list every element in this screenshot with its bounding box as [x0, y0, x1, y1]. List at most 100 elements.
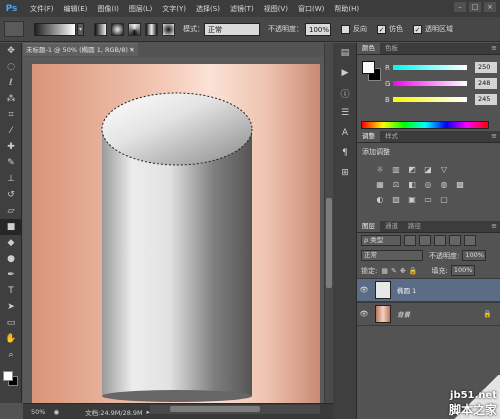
- zoom-level[interactable]: 50%: [31, 408, 45, 416]
- threshold-icon[interactable]: ▣: [406, 194, 418, 206]
- radial-gradient-button[interactable]: [111, 22, 124, 36]
- pen-tool-icon[interactable]: ✒: [0, 267, 22, 283]
- status-menu-icon[interactable]: ◉: [53, 408, 59, 416]
- layer-name[interactable]: 背景: [397, 309, 410, 319]
- linear-gradient-button[interactable]: [94, 22, 107, 36]
- maximize-icon[interactable]: □: [469, 2, 481, 12]
- navigator-icon[interactable]: ⊞: [333, 163, 357, 183]
- reflected-gradient-button[interactable]: [145, 22, 158, 36]
- photo-filter-icon[interactable]: ◎: [422, 179, 434, 191]
- menu-help[interactable]: 帮助(H): [334, 4, 359, 14]
- tab-adjustments[interactable]: 调整: [357, 131, 380, 142]
- posterize-icon[interactable]: ▨: [390, 194, 402, 206]
- exposure-icon[interactable]: ◪: [422, 164, 434, 176]
- tab-swatches[interactable]: 色板: [380, 43, 403, 54]
- menu-image[interactable]: 图像(I): [97, 4, 119, 14]
- menu-view[interactable]: 视图(V): [264, 4, 288, 14]
- lock-pixels-icon[interactable]: ✎: [391, 267, 397, 275]
- scrollbar-thumb[interactable]: [326, 198, 332, 288]
- menu-layer[interactable]: 图层(L): [129, 4, 152, 14]
- document-tab[interactable]: 未标题-1 @ 50% (椭圆 1, RGB/8) * ×: [23, 43, 138, 56]
- document-canvas[interactable]: [32, 64, 320, 403]
- panel-foreground-swatch[interactable]: [362, 61, 375, 74]
- visibility-eye-icon[interactable]: 👁: [357, 310, 371, 318]
- diamond-gradient-button[interactable]: [162, 22, 175, 36]
- eyedropper-icon[interactable]: ⁄: [0, 123, 22, 139]
- tab-color[interactable]: 颜色: [357, 43, 380, 54]
- brush-tool-icon[interactable]: ✎: [0, 155, 22, 171]
- invert-icon[interactable]: ◐: [374, 194, 386, 206]
- brightness-icon[interactable]: ☼: [374, 164, 386, 176]
- curves-icon[interactable]: ◩: [406, 164, 418, 176]
- smart-object-filter-icon[interactable]: [464, 235, 476, 246]
- history-brush-icon[interactable]: ↺: [0, 187, 22, 203]
- move-tool-icon[interactable]: ✥: [0, 43, 22, 59]
- zoom-tool-icon[interactable]: ⌕: [0, 347, 22, 363]
- menu-select[interactable]: 选择(S): [196, 4, 220, 14]
- reverse-checkbox[interactable]: [341, 24, 350, 34]
- panel-menu-icon[interactable]: ≡: [491, 221, 497, 232]
- vibrance-icon[interactable]: ▽: [438, 164, 450, 176]
- black-white-icon[interactable]: ◧: [406, 179, 418, 191]
- crop-tool-icon[interactable]: ⌗: [0, 107, 22, 123]
- layer-opacity-input[interactable]: 100%: [462, 250, 487, 261]
- close-icon[interactable]: ×: [484, 2, 496, 12]
- color-balance-icon[interactable]: ⚖: [390, 179, 402, 191]
- marquee-tool-icon[interactable]: ◌: [0, 59, 22, 75]
- healing-brush-icon[interactable]: ✚: [0, 139, 22, 155]
- clone-stamp-icon[interactable]: ⊥: [0, 171, 22, 187]
- minimize-icon[interactable]: –: [454, 2, 466, 12]
- info-icon[interactable]: ⓘ: [333, 83, 357, 103]
- chevron-down-icon[interactable]: ▾: [77, 22, 84, 36]
- vertical-scrollbar[interactable]: [324, 43, 333, 403]
- layer-name[interactable]: 椭圆 1: [397, 285, 416, 295]
- type-filter-icon[interactable]: [434, 235, 446, 246]
- horizontal-scrollbar[interactable]: [150, 405, 320, 414]
- green-value[interactable]: 248: [475, 78, 497, 89]
- channel-mixer-icon[interactable]: ◍: [438, 179, 450, 191]
- menu-file[interactable]: 文件(F): [30, 4, 54, 14]
- mode-select[interactable]: 正常: [204, 22, 260, 36]
- lasso-tool-icon[interactable]: ℓ: [0, 75, 22, 91]
- opacity-input[interactable]: 100%: [305, 22, 331, 36]
- menu-type[interactable]: 文字(Y): [162, 4, 186, 14]
- tab-styles[interactable]: 样式: [380, 131, 403, 142]
- menu-filter[interactable]: 滤镜(T): [230, 4, 254, 14]
- transparency-checkbox[interactable]: ✓: [413, 24, 422, 34]
- close-tab-icon[interactable]: ×: [130, 44, 135, 56]
- paragraph-icon[interactable]: ¶: [333, 143, 357, 163]
- hand-tool-icon[interactable]: ✋: [0, 331, 22, 347]
- layer-filter-select[interactable]: ρ 类型: [361, 235, 401, 246]
- history-icon[interactable]: ▤: [333, 43, 357, 63]
- levels-icon[interactable]: ▥: [390, 164, 402, 176]
- blend-mode-select[interactable]: 正常: [361, 250, 423, 261]
- hue-saturation-icon[interactable]: ▦: [374, 179, 386, 191]
- panel-menu-icon[interactable]: ≡: [491, 131, 497, 142]
- shape-filter-icon[interactable]: [449, 235, 461, 246]
- foreground-color-swatch[interactable]: [3, 371, 13, 381]
- selective-color-icon[interactable]: ▢: [438, 194, 450, 206]
- blue-value[interactable]: 245: [475, 94, 497, 105]
- pixel-filter-icon[interactable]: [404, 235, 416, 246]
- character-icon[interactable]: A: [333, 123, 357, 143]
- color-lookup-icon[interactable]: ▩: [454, 179, 466, 191]
- gradient-preview[interactable]: [34, 22, 76, 36]
- angle-gradient-button[interactable]: [128, 22, 141, 36]
- menu-window[interactable]: 窗口(W): [298, 4, 324, 14]
- tool-preset-picker[interactable]: [4, 21, 24, 37]
- eraser-icon[interactable]: ▱: [0, 203, 22, 219]
- tab-layers[interactable]: 图层: [357, 221, 380, 232]
- tab-paths[interactable]: 路径: [403, 221, 426, 232]
- red-value[interactable]: 250: [475, 62, 497, 73]
- panel-menu-icon[interactable]: ≡: [491, 43, 497, 54]
- actions-icon[interactable]: ▶: [333, 63, 357, 83]
- lock-transparent-icon[interactable]: ▦: [381, 267, 388, 275]
- lock-all-icon[interactable]: 🔒: [409, 267, 418, 275]
- fill-input[interactable]: 100%: [450, 265, 475, 276]
- dither-checkbox[interactable]: ✓: [377, 24, 386, 34]
- green-slider[interactable]: [393, 81, 467, 86]
- hscroll-thumb[interactable]: [170, 406, 260, 412]
- layer-row[interactable]: 👁 椭圆 1: [357, 278, 500, 302]
- adjustment-filter-icon[interactable]: [419, 235, 431, 246]
- layer-row[interactable]: 👁 背景 🔒: [357, 302, 500, 326]
